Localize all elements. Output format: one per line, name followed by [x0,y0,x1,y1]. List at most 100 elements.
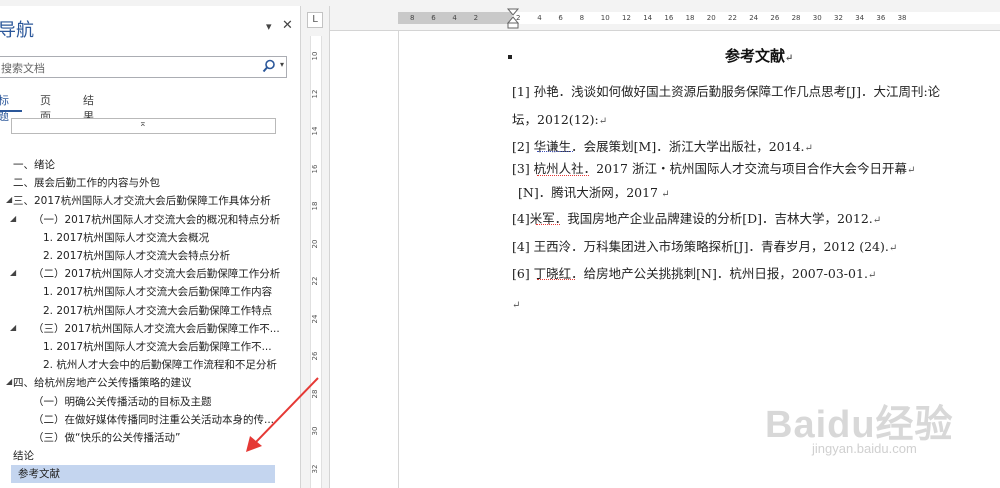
collapse-all-bar[interactable]: ⌅ [11,118,276,134]
ruler-tick-label: 30 [311,426,319,436]
ruler-tick-label: 2 [473,14,479,22]
ruler-tick-label: 32 [311,464,319,473]
ruler-tick-label: 34 [855,14,865,22]
nav-heading-label: 2. 2017杭州国际人才交流大会后勤保障工作特点 [43,304,273,317]
nav-heading-label: 二、展会后勤工作的内容与外包 [13,177,160,190]
tab-headings[interactable]: 标题 [0,92,9,124]
nav-heading-item[interactable]: ◢ 四、给杭州房地产公关传播策略的建议 [0,374,276,392]
ruler-tick-label: 24 [749,14,759,22]
nav-heading-label: 三、2017杭州国际人才交流大会后勤保障工作具体分析 [13,195,271,208]
nav-heading-item[interactable]: 1. 2017杭州国际人才交流大会概况 [0,229,276,247]
tab-selector-button[interactable]: L [307,12,323,28]
baidu-watermark-logo: Baidu经验 [765,404,954,446]
nav-heading-item[interactable]: 2. 2017杭州国际人才交流大会特点分析 [0,247,276,265]
search-options-dropdown-icon[interactable]: ▾ [280,60,284,69]
nav-heading-item-selected[interactable]: 参考文献 [11,465,275,484]
paragraph-mark-bullet [508,55,512,59]
nav-heading-item[interactable]: 结论 [0,447,276,465]
reference-4: [4]米军．我国房地产企业品牌建设的分析[D]．吉林大学，2012.↵ [512,211,882,226]
ruler-tick-label: 32 [834,14,843,22]
ruler-tick-label: 8 [579,14,585,22]
search-input[interactable]: 搜索文档 ▾ [0,56,287,78]
nav-heading-item[interactable]: ◢ 三、2017杭州国际人才交流大会后勤保障工作具体分析 [0,192,276,210]
nav-heading-label: （二）2017杭州国际人才交流大会后勤保障工作分析 [33,268,281,281]
nav-heading-item[interactable]: （三）做“快乐的公关传播活动” [0,429,276,447]
search-placeholder: 搜索文档 [1,62,45,75]
ruler-tick-label: 6 [431,14,436,22]
nav-heading-label: 四、给杭州房地产公关传播策略的建议 [13,377,192,390]
nav-heading-label: 1. 2017杭州国际人才交流大会概况 [43,231,210,244]
ruler-tick-label: 16 [311,164,319,173]
ruler-tick-label: 16 [664,14,674,22]
search-icon[interactable] [262,59,276,73]
spelling-squiggle [537,276,575,280]
expand-toggle-icon[interactable]: ◢ [10,214,16,223]
indent-marker-icon[interactable] [506,8,520,30]
ruler-tick-label: 18 [311,201,319,211]
ruler-tick-label: 28 [311,389,319,398]
nav-heading-item[interactable]: 2. 杭州人才大会中的后勤保障工作流程和不足分析 [0,356,277,374]
ruler-tick-label: 20 [706,14,716,22]
nav-heading-label: （一）2017杭州国际人才交流大会的概况和特点分析 [33,213,281,226]
nav-heading-item[interactable]: 二、展会后勤工作的内容与外包 [0,174,276,192]
ruler-tick-label: 10 [600,14,610,22]
nav-heading-item[interactable]: ◢ （一）2017杭州国际人才交流大会的概况和特点分析 [0,211,280,229]
nav-heading-label: 2. 2017杭州国际人才交流大会特点分析 [43,250,231,262]
ruler-tick-label: 24 [311,314,319,323]
expand-toggle-icon[interactable]: ◢ [6,377,12,386]
ruler-tick-label: 10 [311,51,319,61]
nav-heading-label: 1. 2017杭州国际人才交流大会后勤保障工作不... [43,341,272,353]
ruler-tick-label: 18 [685,14,695,22]
nav-heading-item[interactable]: （二）在做好媒体传播同时注重公关活动本身的传... [0,411,276,429]
navigation-pane: 导航 ▾ ✕ 搜索文档 ▾ 标题 页面 结果 ⌅ 一、绪论 二、展会后勤工作的内容… [0,6,301,488]
ruler-tick-label: 26 [770,14,780,22]
close-icon[interactable]: ✕ [282,18,293,33]
reference-1-line-2: 坛，2012(12):↵ [512,112,608,127]
nav-heading-label: 1. 2017杭州国际人才交流大会后勤保障工作内容 [43,286,273,299]
ruler-tick-label: 12 [311,89,319,98]
references-heading: 参考文献↵ [725,47,794,65]
reference-2: [2] 华谦生．会展策划[M]．浙江大学出版社，2014.↵ [512,139,813,154]
reference-1-line-1: [1] 孙艳．浅谈如何做好国土资源后勤服务保障工作几点思考[J]．大江周刊:论 [512,84,941,99]
ruler-tick-label: 4 [537,14,542,22]
empty-paragraph-mark: ↵ [512,300,521,311]
nav-heading-label: （三）做“快乐的公关传播活动” [33,432,181,444]
spelling-squiggle [537,172,589,176]
ruler-tick-label: 28 [791,14,801,22]
nav-heading-item[interactable]: ◢ （二）2017杭州国际人才交流大会后勤保障工作分析 [0,265,280,283]
nav-heading-label: 2. 杭州人才大会中的后勤保障工作流程和不足分析 [43,359,277,372]
spelling-squiggle [536,221,560,225]
nav-heading-item[interactable]: （一）明确公关传播活动的目标及主题 [0,393,276,411]
collapse-icon: ⌅ [139,119,147,129]
page-edge [398,31,399,488]
nav-heading-item[interactable]: 1. 2017杭州国际人才交流大会后勤保障工作内容 [0,283,276,301]
nav-heading-label: 参考文献 [18,468,60,481]
pane-options-dropdown-icon[interactable]: ▾ [266,20,272,33]
nav-heading-label: 一、绪论 [13,159,55,171]
ruler-tick-label: 14 [643,14,653,22]
ruler-tick-label: 6 [558,14,563,22]
nav-heading-item[interactable]: 2. 2017杭州国际人才交流大会后勤保障工作特点 [0,302,276,320]
ruler-tick-label: 8 [410,14,415,22]
ruler-tick-label: 22 [311,276,319,286]
nav-heading-label: （三）2017杭州国际人才交流大会后勤保障工作不... [33,322,280,335]
nav-pane-title: 导航 [0,20,34,41]
reference-5: [4] 王西泠．万科集团进入市场策略探析[J]．青春岁月，2012 (24).↵ [512,239,898,254]
expand-toggle-icon[interactable]: ◢ [10,268,16,277]
reference-3-line-2: [N]．腾讯大浙网，2017 ↵ [518,185,670,200]
ruler-tick-label: 30 [812,14,822,22]
active-tab-indicator [0,110,22,112]
horizontal-ruler: 8 6 4 2 2 4 6 8 10 12 14 16 18 20 22 24 26 28 30 32 34 36 38 [330,6,1000,31]
ruler-tick-label: 20 [311,239,319,248]
ruler-tick-label: 36 [876,14,886,22]
nav-heading-item[interactable]: 一、绪论 [0,156,276,174]
nav-heading-item[interactable]: ◢ （三）2017杭州国际人才交流大会后勤保障工作不... [0,320,280,338]
expand-toggle-icon[interactable]: ◢ [10,323,16,332]
ruler-tick-label: 4 [452,14,457,22]
expand-toggle-icon[interactable]: ◢ [6,195,12,204]
ruler-tick-label: 22 [728,14,737,22]
grammar-squiggle [537,148,573,152]
nav-heading-label: 结论 [13,450,34,463]
nav-heading-item[interactable]: 1. 2017杭州国际人才交流大会后勤保障工作不... [0,338,276,356]
baidu-watermark-url: jingyan.baidu.com [812,441,917,456]
